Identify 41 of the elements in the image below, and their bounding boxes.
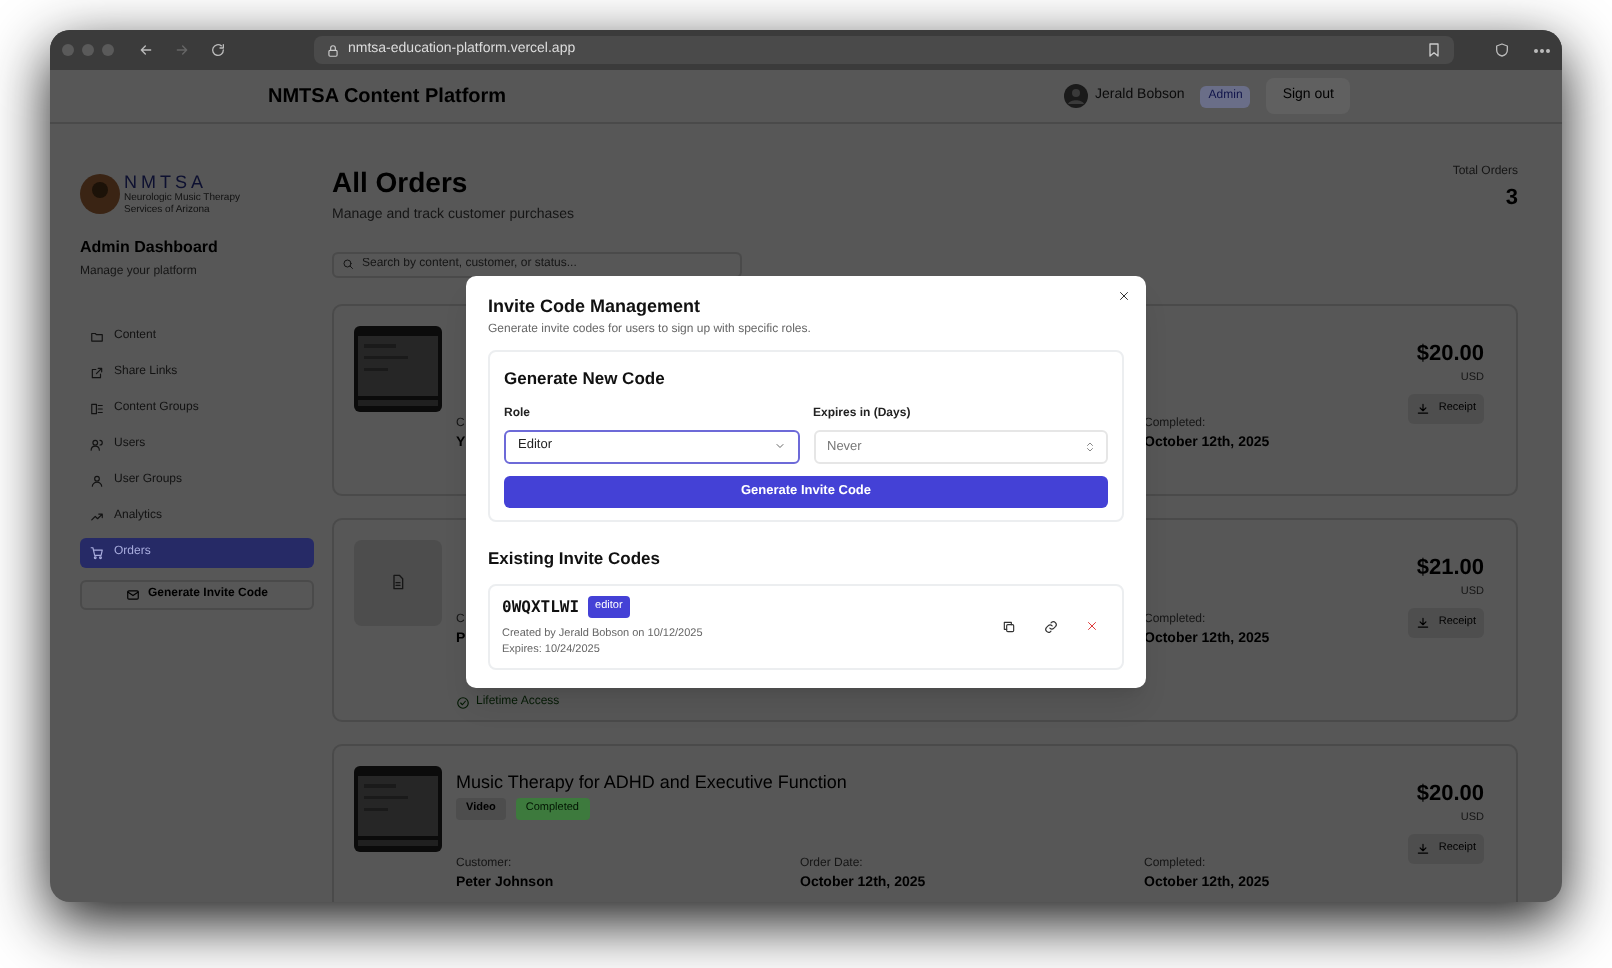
logo-text: NMTSA: [124, 173, 209, 191]
download-icon: [1416, 841, 1431, 856]
document-icon: [390, 574, 406, 590]
nav-icon: [90, 402, 104, 416]
app-title: NMTSA Content Platform: [268, 83, 507, 111]
chevron-down-icon: [773, 440, 785, 453]
order-price: $20.00: [1416, 779, 1484, 809]
invite-code: 0WQXTLWI: [502, 595, 580, 619]
close-icon[interactable]: [1118, 290, 1130, 302]
mail-icon: [125, 588, 140, 602]
nav-icon: [90, 546, 104, 560]
nav-icon: [90, 438, 104, 452]
avatar-icon: [1063, 84, 1088, 108]
copy-icon[interactable]: [1002, 619, 1016, 634]
section-title: Existing Invite Codes: [488, 545, 662, 571]
page-title: All Orders: [332, 164, 470, 200]
shield-icon[interactable]: [1494, 42, 1510, 58]
download-icon: [1416, 401, 1431, 416]
more-icon[interactable]: [1534, 47, 1550, 53]
nav-icon: [90, 474, 104, 488]
order-price: $21.00: [1416, 553, 1484, 583]
nav-icon: [90, 366, 104, 380]
nav-icon: [90, 510, 104, 524]
spinner-icon: [1084, 439, 1096, 454]
dialog-title: Invite Code Management: [488, 296, 703, 318]
check-circle-icon: [456, 695, 470, 709]
search-icon: [342, 258, 354, 270]
delete-icon[interactable]: [1086, 620, 1098, 633]
order-price: $20.00: [1416, 339, 1484, 369]
order-title: Music Therapy for ADHD and Executive Function: [456, 771, 847, 793]
download-icon: [1416, 615, 1431, 630]
back-icon[interactable]: [138, 42, 154, 58]
bookmark-icon[interactable]: [1426, 42, 1442, 58]
logo-icon: [80, 172, 120, 216]
reload-icon[interactable]: [210, 42, 226, 58]
panel-title: Generate New Code: [504, 366, 667, 392]
nav-icon: [90, 330, 104, 344]
sidebar-title: Admin Dashboard: [80, 236, 220, 260]
total-orders-value: 3: [1505, 184, 1518, 214]
link-icon[interactable]: [1044, 619, 1058, 634]
lock-icon: [326, 43, 340, 57]
